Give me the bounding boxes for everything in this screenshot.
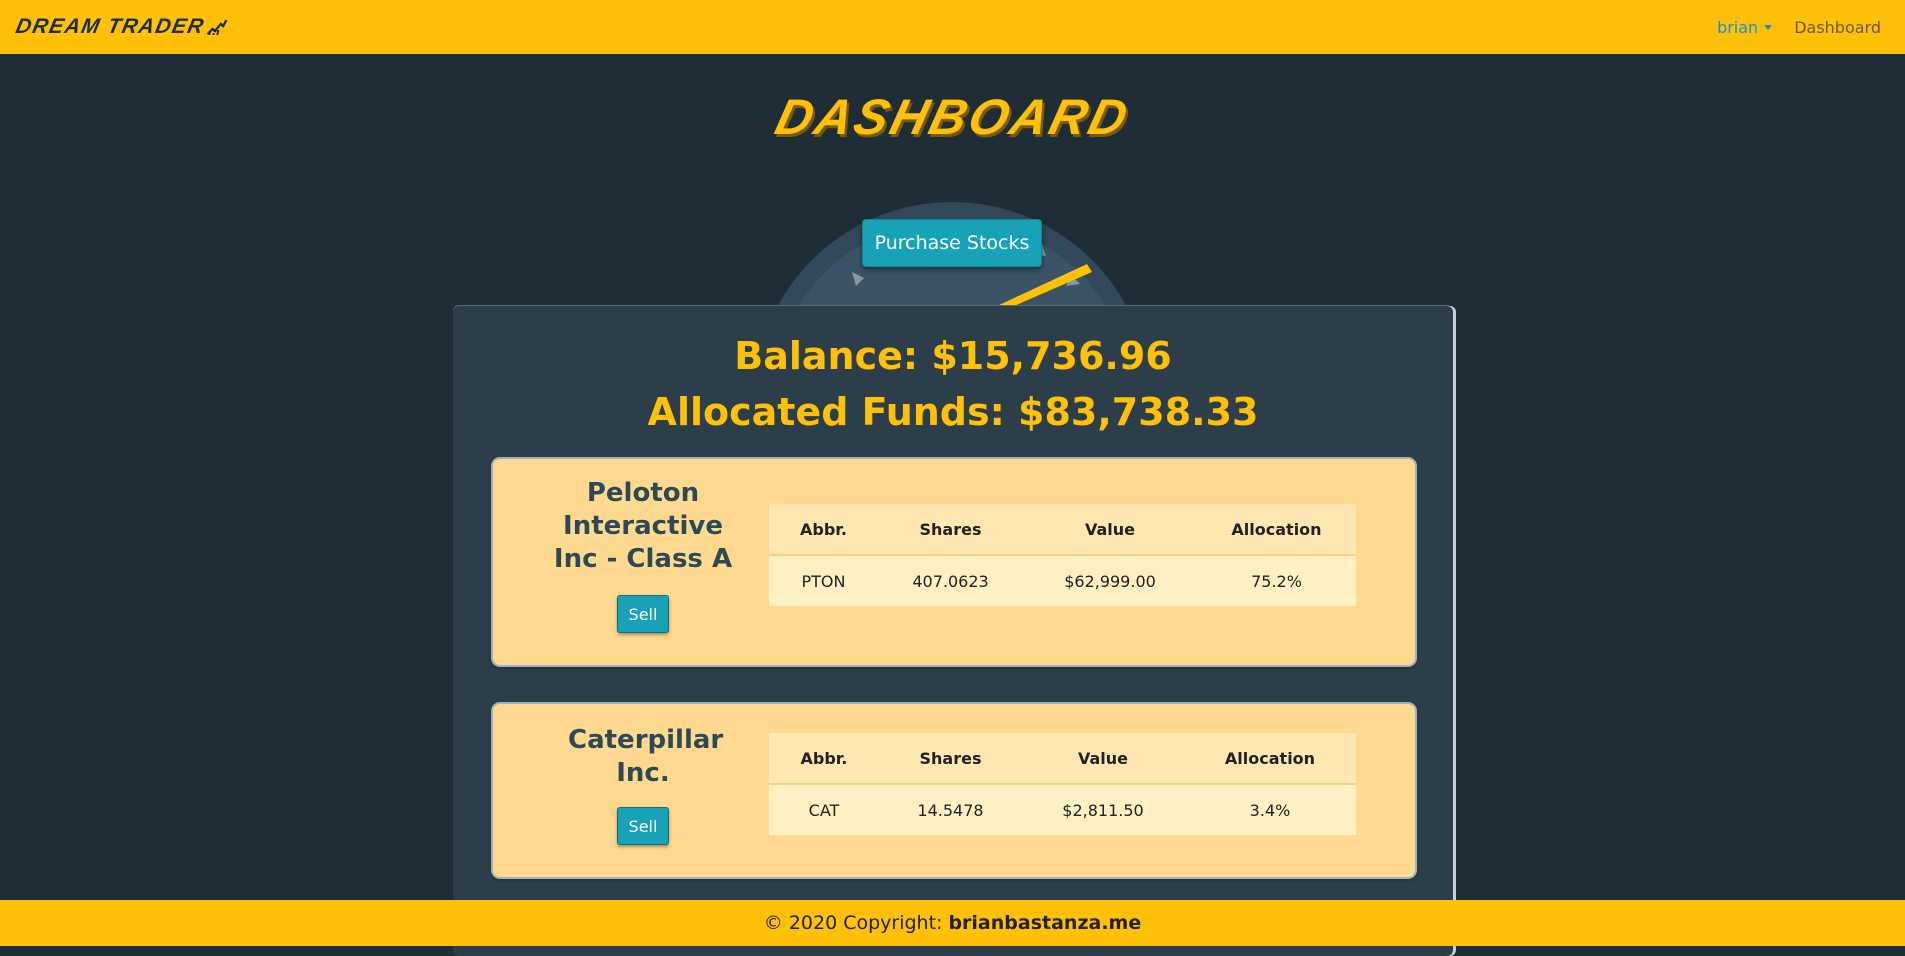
page-title: DASHBOARD [0,88,1905,146]
table-header-row: Abbr. Shares Value Allocation [769,504,1356,555]
cell-allocation: 75.2% [1197,555,1356,606]
cell-shares: 14.5478 [879,784,1022,835]
stock-table: Abbr. Shares Value Allocation CAT 14.547… [769,733,1356,835]
column-header-allocation: Allocation [1184,733,1356,784]
column-header-value: Value [1023,504,1197,555]
cell-abbr: PTON [769,555,878,606]
totals: Balance: $15,736.96 Allocated Funds: $83… [453,328,1453,440]
user-name: brian [1717,18,1758,37]
allocated-funds-text: Allocated Funds: $83,738.33 [453,384,1453,440]
purchase-stocks-button[interactable]: Purchase Stocks [862,219,1042,267]
footer-site-link[interactable]: brianbastanza.me [948,912,1141,934]
cell-value: $2,811.50 [1022,784,1184,835]
cell-value: $62,999.00 [1023,555,1197,606]
user-dropdown[interactable]: brian [1717,18,1772,37]
stock-card: Caterpillar Inc. Sell Abbr. Shares Value… [493,704,1415,877]
column-header-abbr: Abbr. [769,733,879,784]
brand-logo[interactable]: DREAM TRADER [13,15,228,39]
column-header-allocation: Allocation [1197,504,1356,555]
table-row: PTON 407.0623 $62,999.00 75.2% [769,555,1356,606]
column-header-value: Value [1022,733,1184,784]
column-header-shares: Shares [879,733,1022,784]
stock-name: Caterpillar Inc. [568,724,718,790]
sell-button[interactable]: Sell [617,595,669,633]
stock-card: Peloton Interactive Inc - Class A Sell A… [493,459,1415,665]
brand-name: DREAM TRADER [13,15,206,39]
footer: © 2020 Copyright: brianbastanza.me [0,900,1905,946]
portfolio-panel: Balance: $15,736.96 Allocated Funds: $83… [453,306,1453,956]
table-header-row: Abbr. Shares Value Allocation [769,733,1356,784]
sell-button[interactable]: Sell [617,807,669,845]
stock-table: Abbr. Shares Value Allocation PTON 407.0… [769,504,1356,606]
balance-text: Balance: $15,736.96 [453,328,1453,384]
table-row: CAT 14.5478 $2,811.50 3.4% [769,784,1356,835]
chart-trend-icon [206,18,228,36]
stock-name: Peloton Interactive Inc - Class A [553,477,733,576]
cell-abbr: CAT [769,784,879,835]
copyright-text: © 2020 Copyright: [764,912,943,934]
caret-down-icon [1764,25,1772,30]
cell-shares: 407.0623 [878,555,1023,606]
column-header-shares: Shares [878,504,1023,555]
cell-allocation: 3.4% [1184,784,1356,835]
column-header-abbr: Abbr. [769,504,878,555]
top-navbar: DREAM TRADER brian Dashboard [0,0,1905,54]
nav-link-dashboard[interactable]: Dashboard [1794,18,1881,37]
